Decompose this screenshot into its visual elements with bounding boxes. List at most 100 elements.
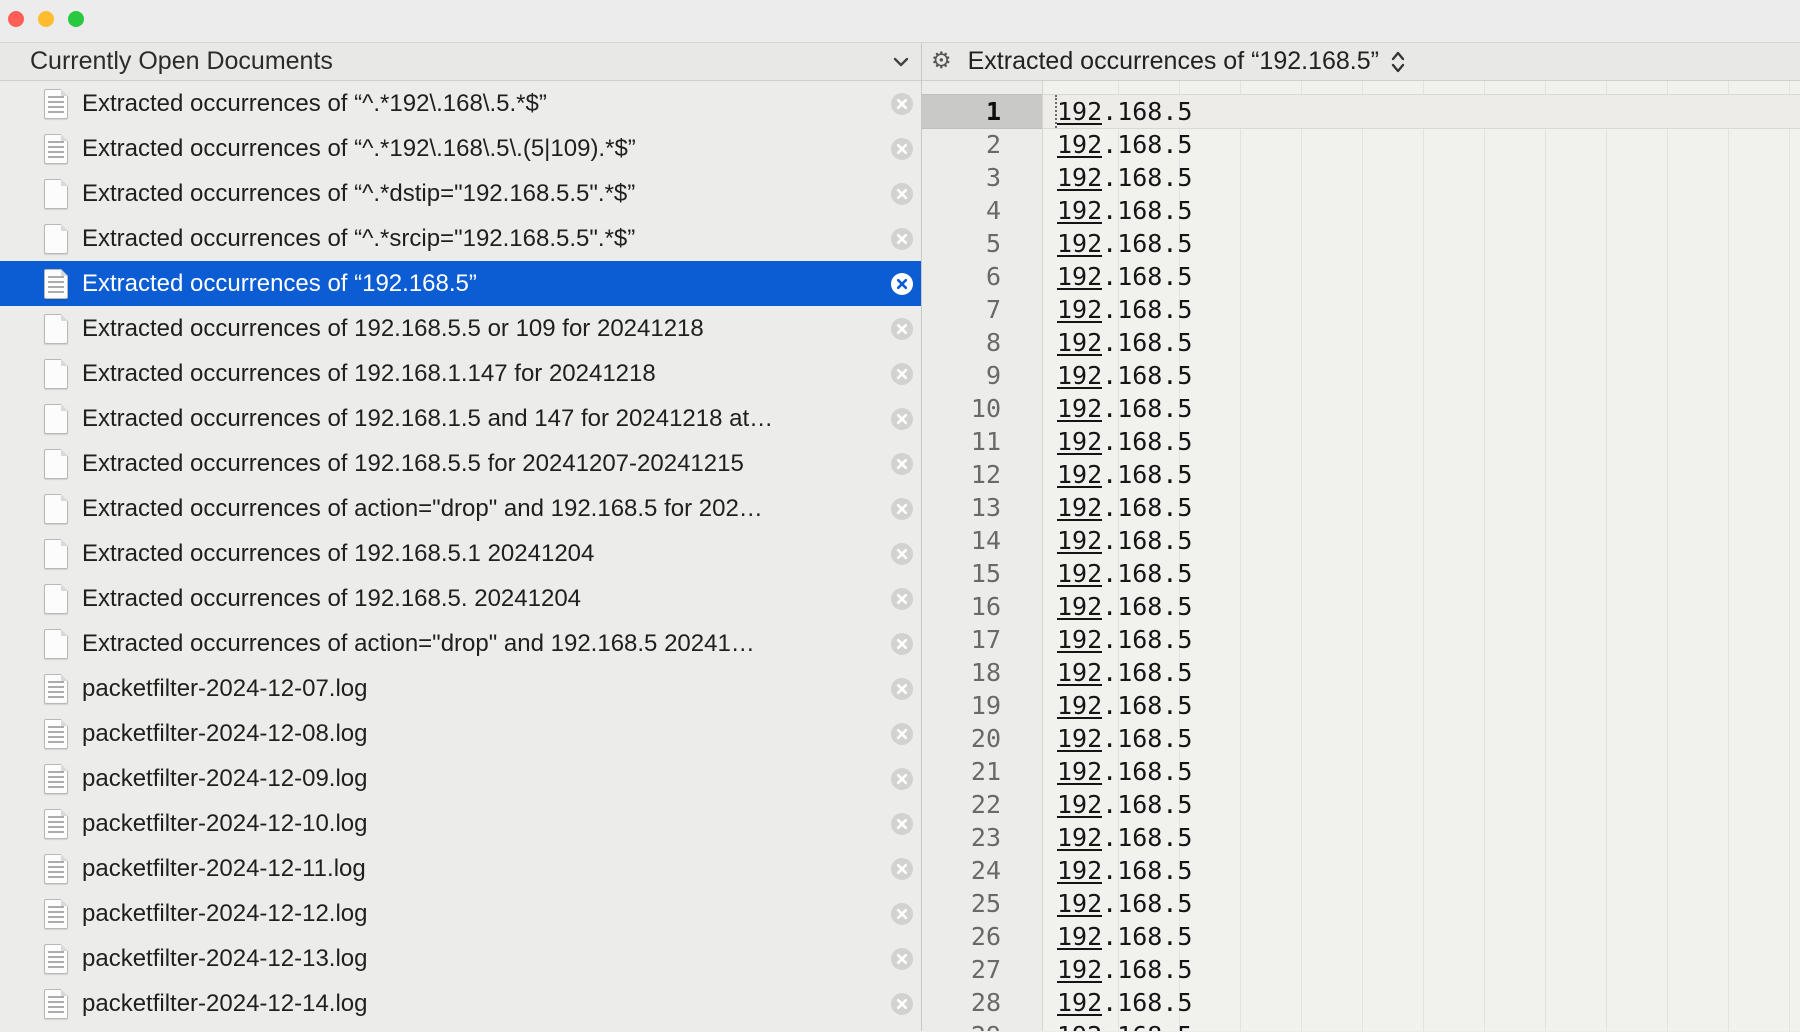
line-number: 22 bbox=[922, 788, 1042, 821]
document-row[interactable]: Extracted occurrences of 192.168.5. 2024… bbox=[0, 576, 921, 621]
document-lined-icon bbox=[44, 134, 68, 164]
line-number: 19 bbox=[922, 689, 1042, 722]
close-icon[interactable] bbox=[891, 678, 913, 700]
document-row[interactable]: packetfilter-2024-12-11.log bbox=[0, 846, 921, 891]
code-line: 192.168.5 bbox=[1057, 359, 1800, 392]
code-line: 192.168.5 bbox=[1057, 326, 1800, 359]
close-icon[interactable] bbox=[891, 318, 913, 340]
close-icon[interactable] bbox=[891, 768, 913, 790]
matched-text: 192 bbox=[1057, 953, 1102, 983]
line-text-rest: .168.5 bbox=[1102, 262, 1192, 291]
document-row[interactable]: Extracted occurrences of 192.168.5.1 202… bbox=[0, 531, 921, 576]
matched-text: 192 bbox=[1057, 128, 1102, 158]
line-number: 3 bbox=[922, 161, 1042, 194]
text-area[interactable]: 192.168.5192.168.5192.168.5192.168.5192.… bbox=[1043, 81, 1800, 1031]
line-number: 18 bbox=[922, 656, 1042, 689]
code-line: 192.168.5 bbox=[1057, 425, 1800, 458]
document-title: Extracted occurrences of “192.168.5” bbox=[968, 47, 1379, 76]
sidebar-header-popup[interactable]: Currently Open Documents bbox=[0, 43, 921, 81]
close-icon[interactable] bbox=[891, 228, 913, 250]
traffic-light-zoom-button[interactable] bbox=[68, 11, 84, 27]
matched-text: 192 bbox=[1057, 689, 1102, 719]
close-icon[interactable] bbox=[891, 498, 913, 520]
close-icon[interactable] bbox=[891, 903, 913, 925]
document-row[interactable]: packetfilter-2024-12-14.log bbox=[0, 981, 921, 1026]
matched-text: 192 bbox=[1057, 326, 1102, 356]
document-row[interactable]: Extracted occurrences of 192.168.1.147 f… bbox=[0, 351, 921, 396]
document-row[interactable]: Extracted occurrences of action="drop" a… bbox=[0, 486, 921, 531]
close-icon[interactable] bbox=[891, 588, 913, 610]
document-row[interactable]: Extracted occurrences of “^.*srcip="192.… bbox=[0, 216, 921, 261]
document-label: packetfilter-2024-12-08.log bbox=[82, 720, 891, 748]
line-text-rest: .168.5 bbox=[1102, 790, 1192, 819]
close-icon[interactable] bbox=[891, 183, 913, 205]
matched-text: 192 bbox=[1057, 95, 1102, 125]
document-label: packetfilter-2024-12-11.log bbox=[82, 855, 891, 883]
document-row[interactable]: packetfilter-2024-12-10.log bbox=[0, 801, 921, 846]
code-line: 192.168.5 bbox=[1057, 194, 1800, 227]
gear-icon[interactable]: ⚙ bbox=[931, 50, 952, 73]
code-line: 192.168.5 bbox=[1057, 854, 1800, 887]
line-text-rest: .168.5 bbox=[1102, 130, 1192, 159]
traffic-light-minimize-button[interactable] bbox=[38, 11, 54, 27]
close-icon[interactable] bbox=[891, 723, 913, 745]
close-icon[interactable] bbox=[891, 858, 913, 880]
document-row[interactable]: Extracted occurrences of “192.168.5” bbox=[0, 261, 921, 306]
close-icon[interactable] bbox=[891, 993, 913, 1015]
line-number: 26 bbox=[922, 920, 1042, 953]
close-icon[interactable] bbox=[891, 138, 913, 160]
matched-text: 192 bbox=[1057, 359, 1102, 389]
document-row[interactable]: packetfilter-2024-12-07.log bbox=[0, 666, 921, 711]
document-label: Extracted occurrences of action="drop" a… bbox=[82, 495, 891, 523]
document-row[interactable]: Extracted occurrences of “^.*dstip="192.… bbox=[0, 171, 921, 216]
code-line: 192.168.5 bbox=[1057, 458, 1800, 491]
line-text-rest: .168.5 bbox=[1102, 163, 1192, 192]
app-window: Currently Open Documents Extracted occur… bbox=[0, 0, 1800, 1032]
document-row[interactable]: Extracted occurrences of “^.*192\.168\.5… bbox=[0, 81, 921, 126]
line-number: 5 bbox=[922, 227, 1042, 260]
close-icon[interactable] bbox=[891, 453, 913, 475]
code-line: 192.168.5 bbox=[1057, 689, 1800, 722]
document-row[interactable]: Extracted occurrences of “^.*192\.168\.5… bbox=[0, 126, 921, 171]
close-icon[interactable] bbox=[891, 543, 913, 565]
up-down-chevrons-icon[interactable] bbox=[1389, 48, 1407, 76]
document-label: packetfilter-2024-12-07.log bbox=[82, 675, 891, 703]
line-number: 28 bbox=[922, 986, 1042, 1019]
chevron-down-icon[interactable] bbox=[891, 55, 911, 69]
close-icon[interactable] bbox=[891, 93, 913, 115]
close-icon[interactable] bbox=[891, 363, 913, 385]
line-text-rest: .168.5 bbox=[1102, 427, 1192, 456]
close-icon[interactable] bbox=[891, 813, 913, 835]
matched-text: 192 bbox=[1057, 887, 1102, 917]
document-row[interactable]: packetfilter-2024-12-13.log bbox=[0, 936, 921, 981]
document-label: Extracted occurrences of 192.168.5.5 for… bbox=[82, 450, 891, 478]
document-lined-icon bbox=[44, 854, 68, 884]
line-number: 29 bbox=[922, 1019, 1042, 1031]
document-row[interactable]: Extracted occurrences of 192.168.1.5 and… bbox=[0, 396, 921, 441]
close-icon[interactable] bbox=[891, 408, 913, 430]
traffic-light-close-button[interactable] bbox=[8, 11, 24, 27]
document-row[interactable]: Extracted occurrences of 192.168.5.5 for… bbox=[0, 441, 921, 486]
line-text-rest: .168.5 bbox=[1102, 757, 1192, 786]
line-number: 9 bbox=[922, 359, 1042, 392]
matched-text: 192 bbox=[1057, 788, 1102, 818]
line-text-rest: .168.5 bbox=[1102, 658, 1192, 687]
document-row[interactable]: Extracted occurrences of action="drop" a… bbox=[0, 621, 921, 666]
document-row[interactable]: packetfilter-2024-12-12.log bbox=[0, 891, 921, 936]
line-number: 4 bbox=[922, 194, 1042, 227]
code-line: 192.168.5 bbox=[1057, 755, 1800, 788]
document-row[interactable]: Extracted occurrences of 192.168.5.5 or … bbox=[0, 306, 921, 351]
close-icon[interactable] bbox=[891, 273, 913, 295]
document-label: packetfilter-2024-12-10.log bbox=[82, 810, 891, 838]
close-icon[interactable] bbox=[891, 633, 913, 655]
matched-text: 192 bbox=[1057, 755, 1102, 785]
close-icon[interactable] bbox=[891, 948, 913, 970]
document-label: Extracted occurrences of “^.*srcip="192.… bbox=[82, 225, 891, 253]
document-label: Extracted occurrences of 192.168.5. 2024… bbox=[82, 585, 891, 613]
document-row[interactable]: packetfilter-2024-12-08.log bbox=[0, 711, 921, 756]
line-number: 6 bbox=[922, 260, 1042, 293]
document-row[interactable]: packetfilter-2024-12-09.log bbox=[0, 756, 921, 801]
matched-text: 192 bbox=[1057, 491, 1102, 521]
sidebar: Currently Open Documents Extracted occur… bbox=[0, 43, 922, 1031]
line-number: 11 bbox=[922, 425, 1042, 458]
